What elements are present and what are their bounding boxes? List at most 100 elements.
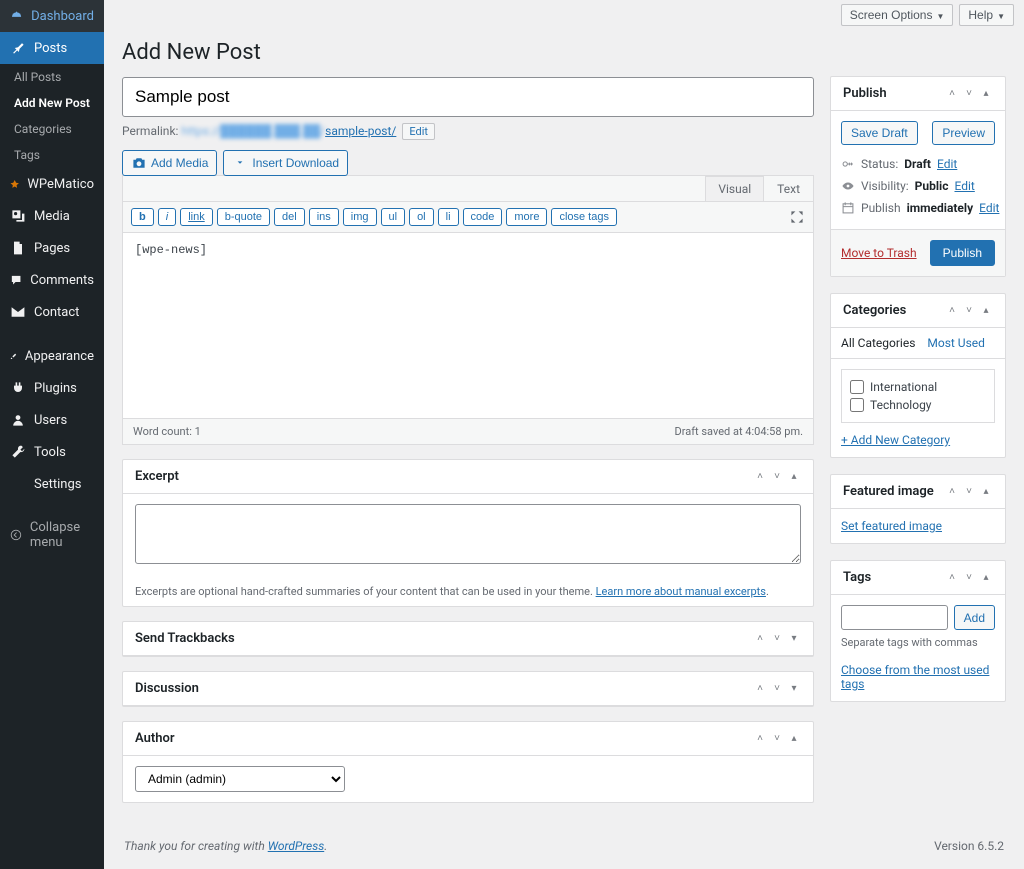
toggle-icon[interactable]: ▴ (787, 470, 801, 484)
save-draft-button[interactable]: Save Draft (841, 121, 918, 145)
cat-checkbox[interactable] (850, 398, 864, 412)
menu-tools[interactable]: Tools (0, 436, 104, 468)
move-down-icon[interactable]: ˅ (770, 682, 784, 696)
menu-posts[interactable]: Posts (0, 32, 104, 64)
cat-checkbox[interactable] (850, 380, 864, 394)
move-up-icon[interactable]: ˄ (753, 632, 767, 646)
wordpress-link[interactable]: WordPress (268, 839, 325, 853)
editor-textarea[interactable]: [wpe-news] (123, 233, 813, 418)
toggle-icon[interactable]: ▾ (787, 682, 801, 696)
move-up-icon[interactable]: ˄ (753, 470, 767, 484)
move-down-icon[interactable]: ˅ (962, 304, 976, 318)
fullscreen-icon[interactable] (789, 209, 805, 225)
move-down-icon[interactable]: ˅ (770, 732, 784, 746)
edit-status-link[interactable]: Edit (937, 157, 957, 171)
sidebox-title: Tags (843, 570, 945, 585)
post-title-input[interactable] (122, 77, 814, 117)
edit-visibility-link[interactable]: Edit (954, 179, 974, 193)
add-tag-button[interactable]: Add (954, 605, 995, 630)
menu-dashboard[interactable]: Dashboard (0, 0, 104, 32)
tool-ul[interactable]: ul (381, 208, 406, 226)
discussion-metabox: Discussion ˄ ˅ ▾ (122, 671, 814, 707)
menu-appearance[interactable]: Appearance (0, 340, 104, 372)
tool-ins[interactable]: ins (309, 208, 339, 226)
add-category-link[interactable]: + Add New Category (841, 433, 950, 447)
tool-bquote[interactable]: b-quote (217, 208, 270, 226)
visual-tab[interactable]: Visual (705, 176, 764, 201)
metabox-title: Send Trackbacks (135, 631, 753, 646)
insert-download-button[interactable]: Insert Download (223, 150, 348, 176)
submenu-all-posts[interactable]: All Posts (0, 64, 104, 90)
menu-settings[interactable]: Settings (0, 468, 104, 500)
toggle-icon[interactable]: ▾ (787, 632, 801, 646)
screen-options-button[interactable]: Screen Options▼ (841, 4, 954, 26)
tool-img[interactable]: img (343, 208, 377, 226)
move-up-icon[interactable]: ˄ (753, 682, 767, 696)
excerpt-learn-link[interactable]: Learn more about manual excerpts (596, 585, 766, 598)
move-up-icon[interactable]: ˄ (945, 485, 959, 499)
move-up-icon[interactable]: ˄ (753, 732, 767, 746)
submenu-tags[interactable]: Tags (0, 142, 104, 168)
text-tab[interactable]: Text (764, 176, 813, 201)
submenu-add-new[interactable]: Add New Post (0, 90, 104, 116)
cat-tab-most[interactable]: Most Used (927, 328, 985, 358)
set-featured-link[interactable]: Set featured image (841, 519, 942, 533)
cat-item[interactable]: Technology (850, 396, 986, 414)
menu-contact[interactable]: Contact (0, 296, 104, 328)
menu-wpematico[interactable]: WPeMatico (0, 168, 104, 200)
publish-button[interactable]: Publish (930, 240, 995, 266)
help-button[interactable]: Help▼ (959, 4, 1014, 26)
tags-input[interactable] (841, 605, 948, 630)
move-up-icon[interactable]: ˄ (945, 304, 959, 318)
category-list: International Technology (841, 369, 995, 423)
trackbacks-metabox: Send Trackbacks ˄ ˅ ▾ (122, 621, 814, 657)
author-select[interactable]: Admin (admin) (135, 766, 345, 792)
collapse-menu[interactable]: Collapse menu (0, 512, 104, 558)
toggle-icon[interactable]: ▴ (787, 732, 801, 746)
menu-pages[interactable]: Pages (0, 232, 104, 264)
preview-button[interactable]: Preview (932, 121, 995, 145)
menu-label: Dashboard (31, 9, 94, 24)
toggle-icon[interactable]: ▴ (979, 571, 993, 585)
tool-ol[interactable]: ol (409, 208, 434, 226)
tool-i[interactable]: i (158, 208, 176, 226)
tool-code[interactable]: code (463, 208, 503, 226)
eye-icon (841, 179, 855, 193)
key-icon (841, 157, 855, 171)
tool-b[interactable]: b (131, 208, 154, 226)
menu-label: Tools (34, 445, 66, 460)
move-up-icon[interactable]: ˄ (945, 87, 959, 101)
menu-users[interactable]: Users (0, 404, 104, 436)
move-down-icon[interactable]: ˅ (962, 87, 976, 101)
tool-more[interactable]: more (506, 208, 547, 226)
cat-tab-all[interactable]: All Categories (841, 328, 915, 358)
tool-del[interactable]: del (274, 208, 305, 226)
submenu-categories[interactable]: Categories (0, 116, 104, 142)
tool-li[interactable]: li (438, 208, 459, 226)
tool-link[interactable]: link (180, 208, 213, 226)
move-to-trash-link[interactable]: Move to Trash (841, 246, 917, 260)
move-up-icon[interactable]: ˄ (945, 571, 959, 585)
move-down-icon[interactable]: ˅ (962, 485, 976, 499)
camera-icon (131, 155, 147, 171)
menu-media[interactable]: Media (0, 200, 104, 232)
excerpt-textarea[interactable] (135, 504, 801, 564)
edit-permalink-button[interactable]: Edit (402, 123, 435, 140)
toggle-icon[interactable]: ▴ (979, 87, 993, 101)
toggle-icon[interactable]: ▴ (979, 304, 993, 318)
move-down-icon[interactable]: ˅ (770, 470, 784, 484)
menu-plugins[interactable]: Plugins (0, 372, 104, 404)
cat-item[interactable]: International (850, 378, 986, 396)
author-metabox: Author ˄ ˅ ▴ Admin (admin) (122, 721, 814, 803)
edit-schedule-link[interactable]: Edit (979, 201, 999, 215)
move-down-icon[interactable]: ˅ (770, 632, 784, 646)
permalink-slug[interactable]: sample-post/ (325, 124, 396, 138)
tool-closetags[interactable]: close tags (551, 208, 617, 226)
sliders-icon (10, 476, 26, 492)
add-media-button[interactable]: Add Media (122, 150, 217, 176)
menu-comments[interactable]: Comments (0, 264, 104, 296)
metabox-title: Excerpt (135, 469, 753, 484)
move-down-icon[interactable]: ˅ (962, 571, 976, 585)
toggle-icon[interactable]: ▴ (979, 485, 993, 499)
choose-tags-link[interactable]: Choose from the most used tags (841, 663, 989, 691)
